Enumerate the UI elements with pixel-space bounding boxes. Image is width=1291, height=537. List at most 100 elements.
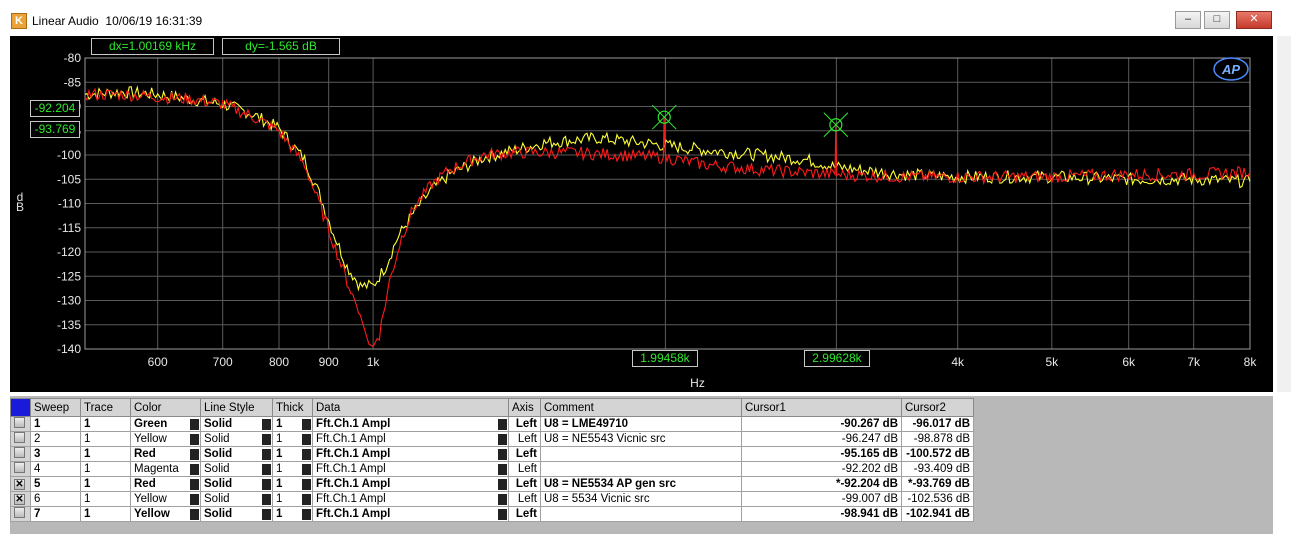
cell-sweep[interactable]: 5 (30, 476, 81, 492)
header-axis[interactable]: Axis (508, 398, 541, 417)
cell-thick[interactable]: 1 (272, 461, 313, 477)
cell-data[interactable]: Fft.Ch.1 Ampl (312, 431, 509, 447)
header-color[interactable]: Color (130, 398, 201, 417)
cell-sweep[interactable]: 3 (30, 446, 81, 462)
cell-trace[interactable]: 1 (80, 506, 131, 522)
cell-cursor2[interactable]: -102.536 dB (901, 491, 974, 507)
cell-trace[interactable]: 1 (80, 461, 131, 477)
row-select-checkbox[interactable]: ✕ (14, 494, 25, 505)
row-select-checkbox[interactable] (14, 507, 25, 518)
cell-line-style[interactable]: Solid (200, 491, 273, 507)
cell-color[interactable]: Green (130, 416, 201, 432)
cell-cursor2[interactable]: -102.941 dB (901, 506, 974, 522)
cell-sweep[interactable]: 7 (30, 506, 81, 522)
cell-trace[interactable]: 1 (80, 431, 131, 447)
cell-comment[interactable]: U8 = 5534 Vicnic src (540, 491, 742, 507)
cell-cursor2[interactable]: -98.878 dB (901, 431, 974, 447)
cell-axis[interactable]: Left (508, 431, 541, 447)
cell-color[interactable]: Magenta (130, 461, 201, 477)
table-row[interactable]: 1 1 Green Solid 1 Fft.Ch.1 Ampl Left U8 = LME49… (10, 416, 974, 432)
cell-sweep[interactable]: 2 (30, 431, 81, 447)
cell-comment[interactable] (540, 506, 742, 522)
row-checkbox[interactable] (10, 446, 31, 462)
cell-trace[interactable]: 1 (80, 491, 131, 507)
cell-sweep[interactable]: 6 (30, 491, 81, 507)
header-comment[interactable]: Comment (540, 398, 742, 417)
row-checkbox[interactable] (10, 431, 31, 447)
cell-cursor1[interactable]: -99.007 dB (741, 491, 902, 507)
cell-cursor1[interactable]: -96.247 dB (741, 431, 902, 447)
header-sweep[interactable]: Sweep (30, 398, 81, 417)
cell-cursor2[interactable]: -93.409 dB (901, 461, 974, 477)
cell-color[interactable]: Yellow (130, 431, 201, 447)
cell-axis[interactable]: Left (508, 491, 541, 507)
cell-thick[interactable]: 1 (272, 491, 313, 507)
cell-comment[interactable]: U8 = LME49710 (540, 416, 742, 432)
cell-cursor1[interactable]: -92.202 dB (741, 461, 902, 477)
cell-sweep[interactable]: 1 (30, 416, 81, 432)
cell-data[interactable]: Fft.Ch.1 Ampl (312, 506, 509, 522)
row-select-checkbox[interactable] (14, 447, 25, 458)
table-row[interactable]: 3 1 Red Solid 1 Fft.Ch.1 Ampl Left -95.165 dB -1… (10, 446, 974, 462)
cell-color[interactable]: Red (130, 446, 201, 462)
row-checkbox[interactable] (10, 416, 31, 432)
minimize-button[interactable]: – (1175, 11, 1201, 29)
cell-line-style[interactable]: Solid (200, 506, 273, 522)
table-row[interactable]: 2 1 Yellow Solid 1 Fft.Ch.1 Ampl Left U8 = NE5… (10, 431, 974, 447)
cell-axis[interactable]: Left (508, 476, 541, 492)
maximize-button[interactable]: □ (1204, 11, 1230, 29)
cell-line-style[interactable]: Solid (200, 476, 273, 492)
cell-data[interactable]: Fft.Ch.1 Ampl (312, 476, 509, 492)
cell-line-style[interactable]: Solid (200, 446, 273, 462)
cell-cursor2[interactable]: -96.017 dB (901, 416, 974, 432)
cell-cursor1[interactable]: *-92.204 dB (741, 476, 902, 492)
row-checkbox[interactable] (10, 506, 31, 522)
cell-cursor1[interactable]: -90.267 dB (741, 416, 902, 432)
cell-data[interactable]: Fft.Ch.1 Ampl (312, 416, 509, 432)
cell-line-style[interactable]: Solid (200, 461, 273, 477)
cell-comment[interactable]: U8 = NE5543 Vicnic src (540, 431, 742, 447)
header-cursor1[interactable]: Cursor1 (741, 398, 902, 417)
header-trace[interactable]: Trace (80, 398, 131, 417)
table-row[interactable]: ✕ 5 1 Red Solid 1 Fft.Ch.1 Ampl Left U8 = NE5534… (10, 476, 974, 492)
fft-chart[interactable]: -80-85-90-95-100-105-110-115-120-125-130… (10, 36, 1273, 392)
header-thick[interactable]: Thick (272, 398, 313, 417)
cell-cursor1[interactable]: -98.941 dB (741, 506, 902, 522)
cell-data[interactable]: Fft.Ch.1 Ampl (312, 446, 509, 462)
cell-axis[interactable]: Left (508, 506, 541, 522)
cell-axis[interactable]: Left (508, 461, 541, 477)
cell-comment[interactable] (540, 446, 742, 462)
header-line-style[interactable]: Line Style (200, 398, 273, 417)
cell-sweep[interactable]: 4 (30, 461, 81, 477)
row-select-checkbox[interactable] (14, 417, 25, 428)
table-row[interactable]: 7 1 Yellow Solid 1 Fft.Ch.1 Ampl Left -98.941 d… (10, 506, 974, 522)
cell-thick[interactable]: 1 (272, 416, 313, 432)
cell-cursor2[interactable]: -100.572 dB (901, 446, 974, 462)
cell-line-style[interactable]: Solid (200, 431, 273, 447)
header-data[interactable]: Data (312, 398, 509, 417)
row-select-checkbox[interactable]: ✕ (14, 479, 25, 490)
cell-color[interactable]: Yellow (130, 506, 201, 522)
table-row[interactable]: ✕ 6 1 Yellow Solid 1 Fft.Ch.1 Ampl Left U8 = 553… (10, 491, 974, 507)
row-checkbox[interactable]: ✕ (10, 491, 31, 507)
cell-data[interactable]: Fft.Ch.1 Ampl (312, 491, 509, 507)
cell-trace[interactable]: 1 (80, 476, 131, 492)
cell-axis[interactable]: Left (508, 416, 541, 432)
cell-comment[interactable] (540, 461, 742, 477)
cell-cursor1[interactable]: -95.165 dB (741, 446, 902, 462)
cell-color[interactable]: Yellow (130, 491, 201, 507)
cell-comment[interactable]: U8 = NE5534 AP gen src (540, 476, 742, 492)
select-all-cell[interactable] (10, 398, 31, 417)
cell-data[interactable]: Fft.Ch.1 Ampl (312, 461, 509, 477)
row-select-checkbox[interactable] (14, 432, 25, 443)
cell-trace[interactable]: 1 (80, 446, 131, 462)
plot-area[interactable]: -80-85-90-95-100-105-110-115-120-125-130… (10, 36, 1273, 392)
right-scrollbar[interactable] (1277, 36, 1291, 392)
close-button[interactable]: ✕ (1236, 11, 1272, 29)
cell-thick[interactable]: 1 (272, 506, 313, 522)
row-checkbox[interactable]: ✕ (10, 476, 31, 492)
cell-axis[interactable]: Left (508, 446, 541, 462)
row-select-checkbox[interactable] (14, 462, 25, 473)
header-cursor2[interactable]: Cursor2 (901, 398, 974, 417)
cell-color[interactable]: Red (130, 476, 201, 492)
